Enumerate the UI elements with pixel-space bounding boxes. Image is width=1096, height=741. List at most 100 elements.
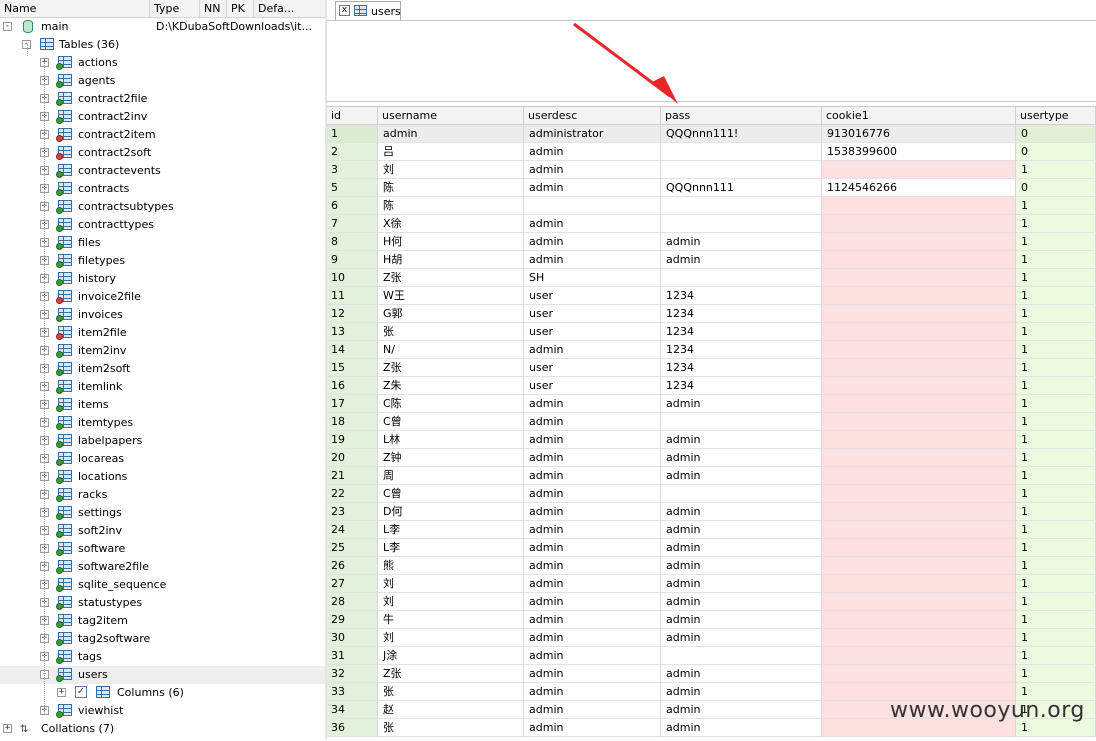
table-row[interactable]: 23 D何 admin admin 1 [327,503,1096,521]
cell-userdesc[interactable]: admin [524,503,661,521]
cell-username[interactable]: L林 [378,431,524,449]
cell-pass[interactable]: admin [661,449,822,467]
cell-username[interactable]: C陈 [378,395,524,413]
expand-icon[interactable]: + [57,688,66,697]
cell-pass[interactable]: admin [661,395,822,413]
cell-cookie1[interactable]: 1124546266 [822,179,1016,197]
cell-pass[interactable]: admin [661,683,822,701]
cell-id[interactable]: 15 [327,359,378,377]
cell-usertype[interactable]: 0 [1016,179,1096,197]
cell-pass[interactable]: QQQnnn111! [661,125,822,143]
cell-pass[interactable]: 1234 [661,377,822,395]
cell-pass[interactable] [661,269,822,287]
cell-username[interactable]: Z张 [378,359,524,377]
cell-cookie1[interactable] [822,305,1016,323]
cell-userdesc[interactable]: admin [524,413,661,431]
tab-users[interactable]: x users [335,1,401,20]
cell-usertype[interactable]: 0 [1016,125,1096,143]
cell-pass[interactable]: 1234 [661,305,822,323]
cell-userdesc[interactable] [524,197,661,215]
cell-username[interactable]: Z钟 [378,449,524,467]
cell-pass[interactable]: admin [661,665,822,683]
cell-userdesc[interactable]: user [524,305,661,323]
cell-cookie1[interactable] [822,557,1016,575]
cell-id[interactable]: 1 [327,125,378,143]
tree-table-contract2item[interactable]: + contract2item [0,126,325,144]
cell-username[interactable]: 陈 [378,197,524,215]
table-row[interactable]: 29 牛 admin admin 1 [327,611,1096,629]
cell-userdesc[interactable]: admin [524,539,661,557]
cell-userdesc[interactable]: admin [524,161,661,179]
cell-pass[interactable]: admin [661,521,822,539]
tree-table-contract2soft[interactable]: + contract2soft [0,144,325,162]
cell-pass[interactable]: admin [661,431,822,449]
cell-id[interactable]: 34 [327,701,378,719]
cell-username[interactable]: 赵 [378,701,524,719]
cell-username[interactable]: D何 [378,503,524,521]
cell-pass[interactable]: 1234 [661,287,822,305]
cell-userdesc[interactable]: user [524,359,661,377]
cell-userdesc[interactable]: admin [524,467,661,485]
cell-id[interactable]: 9 [327,251,378,269]
cell-pass[interactable]: 1234 [661,341,822,359]
expand-icon[interactable]: + [3,724,12,733]
cell-userdesc[interactable]: admin [524,251,661,269]
cell-pass[interactable]: 1234 [661,323,822,341]
table-row[interactable]: 26 熊 admin admin 1 [327,557,1096,575]
cell-usertype[interactable]: 1 [1016,503,1096,521]
tree-col-name[interactable]: Name [0,0,150,17]
tree-table-files[interactable]: + files [0,234,325,252]
cell-cookie1[interactable] [822,629,1016,647]
cell-cookie1[interactable] [822,377,1016,395]
tree-table-contracttypes[interactable]: + contracttypes [0,216,325,234]
table-row[interactable]: 20 Z钟 admin admin 1 [327,449,1096,467]
tree-table-itemtypes[interactable]: + itemtypes [0,414,325,432]
cell-cookie1[interactable] [822,593,1016,611]
cell-pass[interactable]: admin [661,593,822,611]
cell-userdesc[interactable]: administrator [524,125,661,143]
cell-username[interactable]: 刘 [378,161,524,179]
cell-usertype[interactable]: 1 [1016,575,1096,593]
tree-table-items[interactable]: + items [0,396,325,414]
cell-userdesc[interactable]: admin [524,593,661,611]
cell-cookie1[interactable] [822,503,1016,521]
cell-usertype[interactable]: 1 [1016,269,1096,287]
tree-collations[interactable]: + ⇅ Collations (7) [0,720,325,738]
table-row[interactable]: 27 刘 admin admin 1 [327,575,1096,593]
cell-id[interactable]: 30 [327,629,378,647]
cell-id[interactable]: 13 [327,323,378,341]
close-icon[interactable]: x [339,5,350,16]
tree-table-contractevents[interactable]: + contractevents [0,162,325,180]
cell-pass[interactable] [661,143,822,161]
cell-usertype[interactable]: 1 [1016,611,1096,629]
table-row[interactable]: 32 Z张 admin admin 1 [327,665,1096,683]
tree-table-contracts[interactable]: + contracts [0,180,325,198]
checkbox-icon[interactable]: ✓ [75,686,87,698]
cell-id[interactable]: 2 [327,143,378,161]
cell-usertype[interactable]: 1 [1016,593,1096,611]
table-row[interactable]: 10 Z张 SH 1 [327,269,1096,287]
tree-table-contract2inv[interactable]: + contract2inv [0,108,325,126]
cell-usertype[interactable]: 1 [1016,305,1096,323]
cell-usertype[interactable]: 1 [1016,215,1096,233]
table-row[interactable]: 21 周 admin admin 1 [327,467,1096,485]
table-row[interactable]: 3 刘 admin 1 [327,161,1096,179]
cell-username[interactable]: W王 [378,287,524,305]
tree-table-settings[interactable]: + settings [0,504,325,522]
tree-db-main[interactable]: - main D:\KDubaSoftDownloads\it... [0,18,325,36]
grid-col-usertype[interactable]: usertype [1016,107,1096,124]
cell-usertype[interactable]: 1 [1016,413,1096,431]
cell-userdesc[interactable]: admin [524,341,661,359]
cell-cookie1[interactable] [822,665,1016,683]
tree-table-invoice2file[interactable]: + invoice2file [0,288,325,306]
cell-id[interactable]: 28 [327,593,378,611]
cell-cookie1[interactable] [822,359,1016,377]
cell-userdesc[interactable]: admin [524,575,661,593]
tree-table-filetypes[interactable]: + filetypes [0,252,325,270]
cell-username[interactable]: 刘 [378,593,524,611]
cell-userdesc[interactable]: admin [524,179,661,197]
tree-table-item2soft[interactable]: + item2soft [0,360,325,378]
tree-table-history[interactable]: + history [0,270,325,288]
cell-usertype[interactable]: 1 [1016,467,1096,485]
cell-id[interactable]: 5 [327,179,378,197]
